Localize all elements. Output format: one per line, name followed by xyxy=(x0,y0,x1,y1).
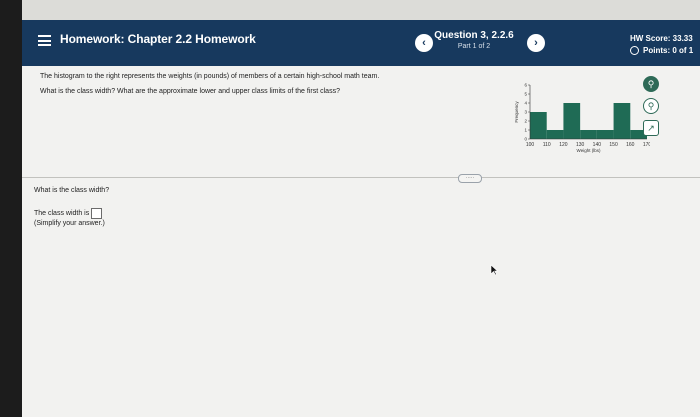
answer-section: What is the class width? The class width… xyxy=(34,187,109,227)
x-tick-label: 110 xyxy=(543,142,551,148)
y-axis-label: Frequency xyxy=(514,101,519,123)
hw-score: HW Score: 33.33 xyxy=(630,34,693,43)
histogram-bar xyxy=(580,130,597,139)
x-tick-label: 150 xyxy=(609,142,618,148)
external-link-icon[interactable]: ↗ xyxy=(643,120,659,136)
more-button[interactable]: ····· xyxy=(458,174,482,183)
histogram-bar xyxy=(613,103,631,139)
y-tick-label: 1 xyxy=(524,128,527,133)
answer-prompt: What is the class width? xyxy=(34,187,110,194)
header-bar: Homework: Chapter 2.2 Homework ‹ Questio… xyxy=(22,20,700,66)
x-tick-label: 160 xyxy=(626,142,635,148)
chevron-left-icon[interactable]: ‹ xyxy=(415,34,433,52)
browser-strip xyxy=(22,0,700,20)
points-row: Points: 0 of 1 xyxy=(630,46,700,55)
question-text: The histogram to the right represents th… xyxy=(40,72,470,102)
question-part: Part 1 of 2 xyxy=(457,43,491,50)
y-tick-label: 3 xyxy=(524,110,527,115)
zoom-in-icon[interactable]: ⚲ xyxy=(643,76,659,92)
x-axis-label: Weight (lbs) xyxy=(577,148,601,153)
histogram-bar xyxy=(596,130,614,139)
y-tick-label: 0 xyxy=(524,137,527,142)
question-info: Question 3, 2.2.6 Part 1 of 2 xyxy=(432,30,516,50)
question-line-2: What is the class width? What are the ap… xyxy=(40,88,340,96)
histogram-bar xyxy=(530,112,547,139)
class-width-input[interactable] xyxy=(91,208,103,219)
y-tick-label: 5 xyxy=(524,92,527,97)
zoom-out-icon[interactable]: ⚲ xyxy=(643,98,659,114)
points-circle-icon xyxy=(630,46,639,55)
chart-tools: ⚲ ⚲ ↗ xyxy=(643,76,659,142)
question-line-1: The histogram to the right represents th… xyxy=(40,73,380,80)
question-title: Question 3, 2.2.6 xyxy=(434,30,514,41)
answer-hint: (Simplify your answer.) xyxy=(34,220,105,227)
histogram-bar xyxy=(563,103,581,139)
x-tick-label: 100 xyxy=(526,142,535,148)
answer-label: The class width is xyxy=(34,210,90,217)
x-tick-label: 120 xyxy=(559,142,568,148)
histogram-bar xyxy=(546,130,564,139)
x-tick-label: 170 xyxy=(643,142,650,148)
y-tick-label: 4 xyxy=(524,101,527,106)
score-block: HW Score: 33.33 Points: 0 of 1 xyxy=(630,34,700,55)
section-divider xyxy=(22,177,700,178)
answer-line: The class width is xyxy=(34,208,109,219)
histogram-chart: 0123456100 110 120 130 140 150 160 170Weight (l… xyxy=(514,83,650,153)
homework-title: Homework: Chapter 2.2 Homework xyxy=(60,32,256,46)
screen: Homework: Chapter 2.2 Homework ‹ Questio… xyxy=(22,0,700,417)
y-tick-label: 6 xyxy=(524,83,527,88)
points-text: Points: 0 of 1 xyxy=(643,46,694,55)
cursor-icon xyxy=(490,264,498,276)
y-tick-label: 2 xyxy=(524,119,527,124)
chevron-right-icon[interactable]: › xyxy=(527,34,545,52)
menu-icon[interactable] xyxy=(38,35,51,46)
